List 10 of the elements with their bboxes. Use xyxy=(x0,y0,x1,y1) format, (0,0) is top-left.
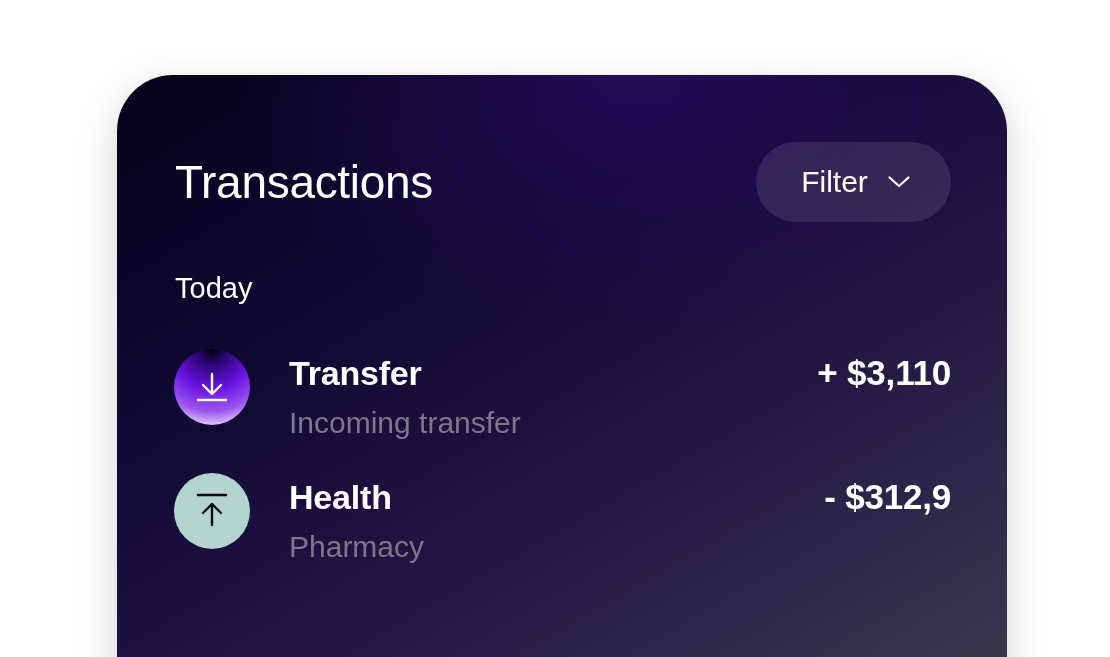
transaction-amount: + $3,110 xyxy=(817,353,951,393)
transaction-title: Transfer xyxy=(289,353,422,393)
transactions-title: Transactions xyxy=(175,155,434,210)
transaction-title: Health xyxy=(289,477,392,517)
transaction-amount: - $312,9 xyxy=(824,477,951,517)
transaction-description: Incoming transfer xyxy=(289,405,521,441)
chevron-down-icon xyxy=(887,176,910,188)
filter-button[interactable]: Filter xyxy=(756,142,951,222)
date-group-label: Today xyxy=(175,271,253,306)
transaction-description: Pharmacy xyxy=(289,529,425,565)
